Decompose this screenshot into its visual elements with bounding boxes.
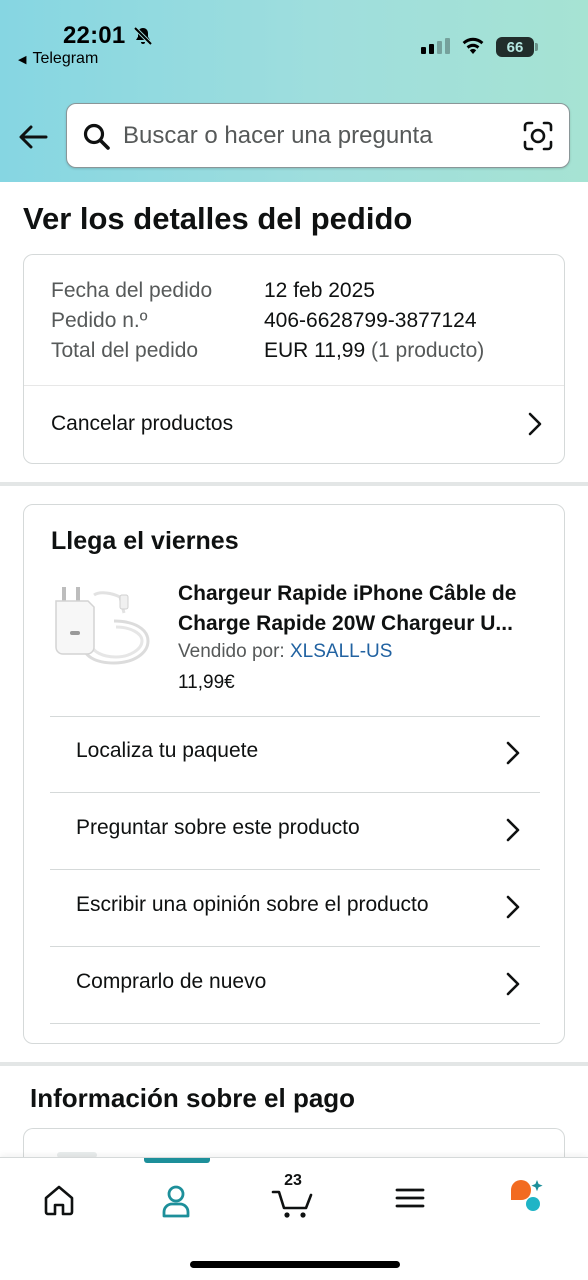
back-app-label: Telegram xyxy=(32,50,99,67)
ask-product-question-button[interactable]: Preguntar sobre este producto xyxy=(50,793,540,869)
rufus-assistant-icon xyxy=(497,1180,557,1224)
search-bar[interactable] xyxy=(66,103,570,168)
wifi-icon xyxy=(460,36,486,61)
home-indicator[interactable] xyxy=(190,1261,400,1268)
signal-icon xyxy=(421,38,450,54)
cancel-products-label: Cancelar productos xyxy=(51,412,234,435)
search-input[interactable] xyxy=(123,118,513,154)
sold-by-label: Vendido por: xyxy=(178,641,285,662)
status-time: 22:01 xyxy=(63,22,126,49)
hamburger-menu-icon xyxy=(380,1188,440,1224)
divider xyxy=(50,1023,540,1024)
chevron-right-icon xyxy=(506,741,520,770)
order-summary-card: Fecha del pedido 12 feb 2025 Pedido n.º … xyxy=(23,254,565,464)
page-title: Ver los detalles del pedido xyxy=(23,201,413,236)
nav-rufus[interactable] xyxy=(497,1176,557,1220)
delivery-title: Llega el viernes xyxy=(51,527,239,555)
product-image[interactable] xyxy=(54,587,150,676)
nav-menu[interactable] xyxy=(380,1176,440,1220)
chevron-right-icon xyxy=(528,412,542,441)
ask-product-question-label: Preguntar sobre este producto xyxy=(76,816,360,839)
chevron-right-icon xyxy=(506,818,520,847)
product-price: 11,99€ xyxy=(178,672,235,693)
write-review-button[interactable]: Escribir una opinión sobre el producto xyxy=(50,870,540,946)
order-total-label: Total del pedido xyxy=(51,339,199,362)
cancel-products-button[interactable]: Cancelar productos xyxy=(24,386,564,462)
nav-home[interactable] xyxy=(29,1176,89,1220)
chevron-right-icon xyxy=(506,895,520,924)
buy-again-button[interactable]: Comprarlo de nuevo xyxy=(50,947,540,1023)
battery-icon: 66 xyxy=(496,37,538,57)
nav-account[interactable] xyxy=(146,1176,206,1220)
section-separator xyxy=(0,1062,588,1066)
section-separator xyxy=(0,482,588,486)
order-number-value: 406-6628799-3877124 xyxy=(264,309,477,332)
order-total-count: (1 producto) xyxy=(371,339,485,362)
back-to-app[interactable]: ◀ Telegram xyxy=(18,50,98,68)
write-review-label: Escribir una opinión sobre el producto xyxy=(76,893,429,916)
back-arrow-icon[interactable] xyxy=(16,120,50,159)
header: 22:01 ◀ Telegram 66 xyxy=(0,0,588,182)
order-total-value: EUR 11,99 (1 producto) xyxy=(264,339,484,363)
bell-muted-icon xyxy=(133,26,153,51)
camera-lens-icon[interactable] xyxy=(522,120,554,157)
delivery-card: Llega el viernes Chargeur Rapide iPhone … xyxy=(23,504,565,1044)
order-total-amount: EUR 11,99 xyxy=(264,339,366,362)
product-title-link[interactable]: Chargeur Rapide iPhone Câble de Charge R… xyxy=(178,579,544,639)
back-triangle-icon: ◀ xyxy=(18,53,27,66)
payment-info-title: Información sobre el pago xyxy=(30,1083,356,1113)
home-icon xyxy=(29,1185,89,1224)
cart-icon xyxy=(263,1190,323,1224)
cart-count-badge: 23 xyxy=(284,1172,302,1189)
seller-link[interactable]: XLSALL-US xyxy=(290,641,392,662)
track-package-label: Localiza tu paquete xyxy=(76,739,259,762)
buy-again-label: Comprarlo de nuevo xyxy=(76,970,267,993)
search-icon xyxy=(82,122,112,157)
nav-cart[interactable]: 23 xyxy=(263,1172,323,1220)
person-icon xyxy=(146,1185,206,1224)
order-date-value: 12 feb 2025 xyxy=(264,279,375,302)
order-date-label: Fecha del pedido xyxy=(51,279,213,302)
active-tab-indicator xyxy=(144,1158,210,1163)
chevron-right-icon xyxy=(506,972,520,1001)
sold-by: Vendido por: XLSALL-US xyxy=(178,641,392,663)
track-package-button[interactable]: Localiza tu paquete xyxy=(50,716,540,792)
order-number-label: Pedido n.º xyxy=(51,309,148,332)
